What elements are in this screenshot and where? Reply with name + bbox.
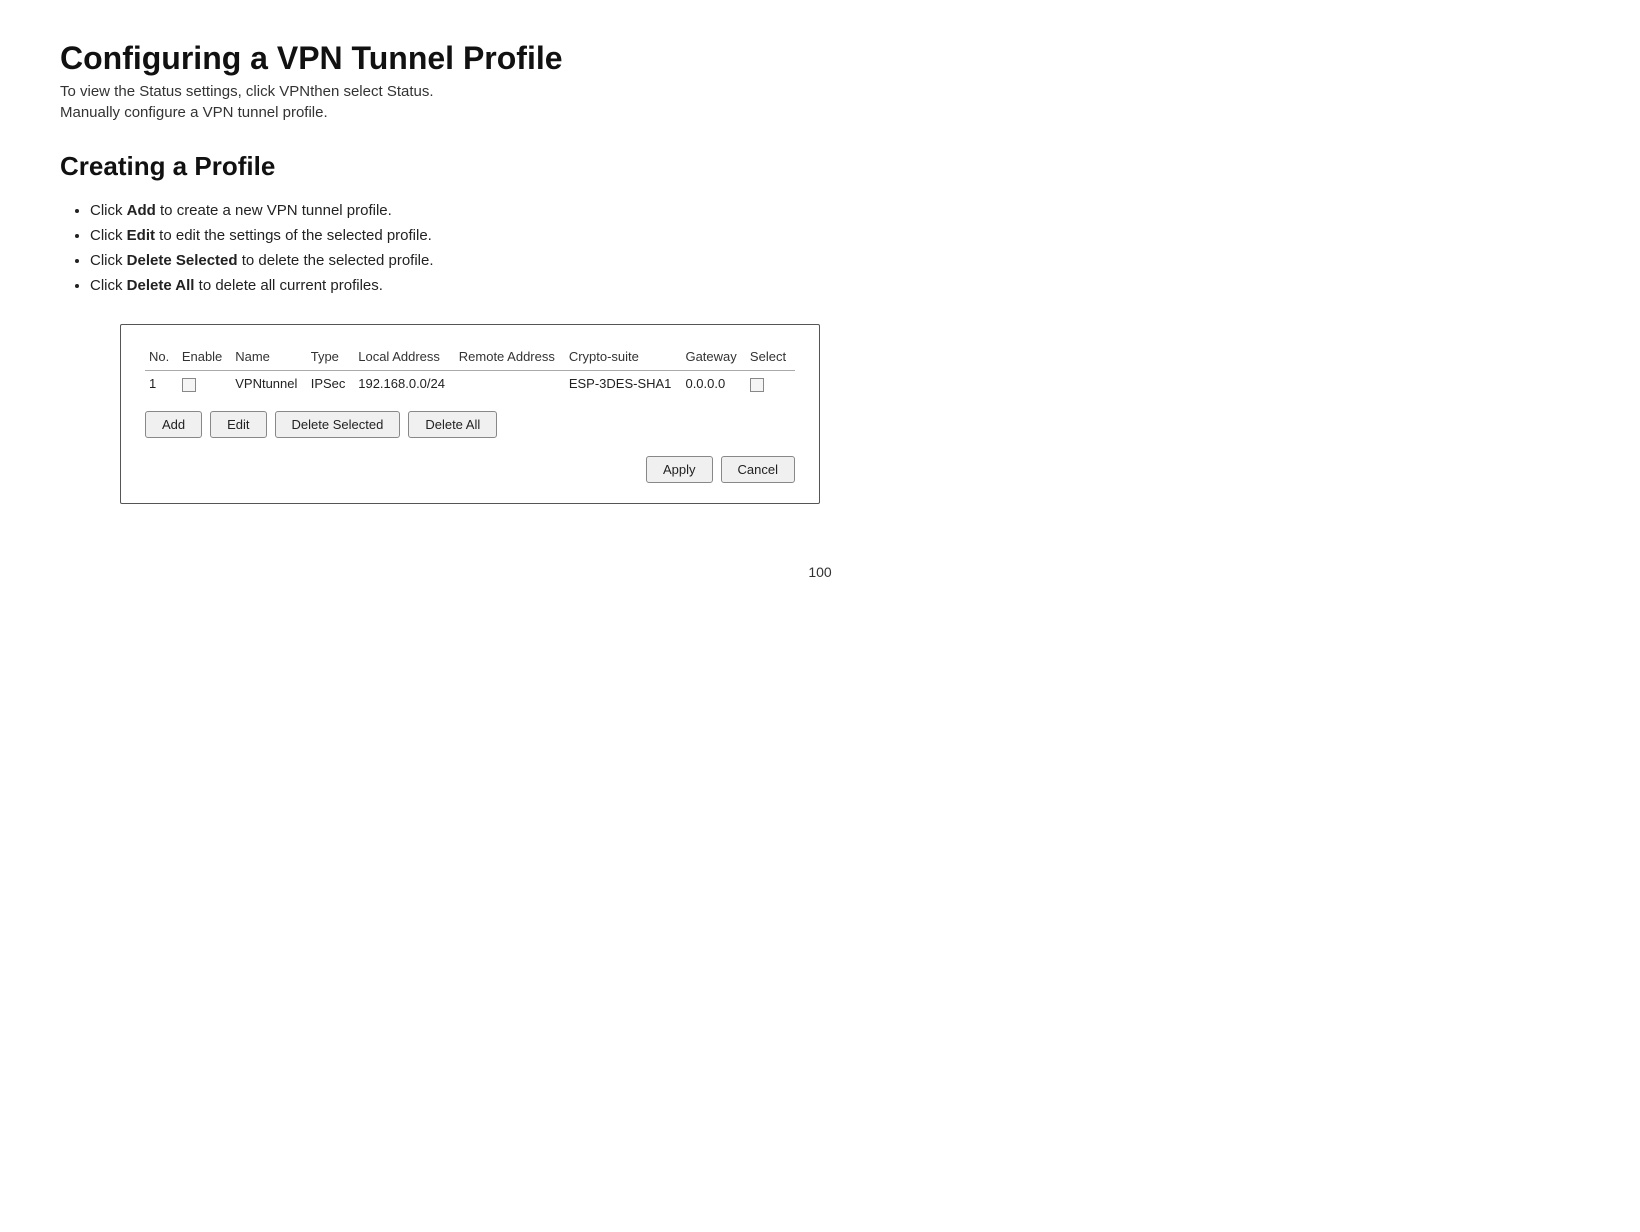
cell-remote-address (455, 371, 565, 397)
subtitle-1: To view the Status settings, click VPNth… (60, 83, 1580, 100)
add-button[interactable]: Add (145, 411, 202, 438)
col-name: Name (231, 345, 306, 371)
table-row: 1 VPNtunnel IPSec 192.168.0.0/24 ESP-3DE… (145, 371, 795, 397)
col-type: Type (307, 345, 355, 371)
section-title: Creating a Profile (60, 151, 1580, 182)
col-local-address: Local Address (354, 345, 455, 371)
cell-type: IPSec (307, 371, 355, 397)
cell-no: 1 (145, 371, 178, 397)
delete-all-button[interactable]: Delete All (408, 411, 497, 438)
enable-checkbox[interactable] (182, 378, 196, 392)
col-enable: Enable (178, 345, 231, 371)
bullet-bold-3: Delete Selected (127, 252, 238, 269)
col-select: Select (746, 345, 795, 371)
cell-gateway: 0.0.0.0 (681, 371, 745, 397)
bullet-text-1: to create a new VPN tunnel profile. (156, 202, 392, 219)
bullet-bold-2: Edit (127, 227, 155, 244)
vpn-table: No. Enable Name Type Local Address Remot… (145, 345, 795, 397)
page-number: 100 (60, 564, 1580, 580)
edit-button[interactable]: Edit (210, 411, 266, 438)
instructions-list: Click Add to create a new VPN tunnel pro… (60, 202, 1580, 294)
action-buttons-group: Add Edit Delete Selected Delete All (145, 411, 795, 438)
bullet-bold-4: Delete All (127, 277, 195, 294)
page-title: Configuring a VPN Tunnel Profile (60, 40, 1580, 77)
cancel-button[interactable]: Cancel (721, 456, 795, 483)
bullet-text-3: to delete the selected profile. (238, 252, 434, 269)
cell-crypto-suite: ESP-3DES-SHA1 (565, 371, 682, 397)
list-item: Click Delete Selected to delete the sele… (90, 252, 1580, 269)
list-item: Click Delete All to delete all current p… (90, 277, 1580, 294)
col-remote-address: Remote Address (455, 345, 565, 371)
subtitle-2: Manually configure a VPN tunnel profile. (60, 104, 1580, 121)
bottom-buttons-group: Apply Cancel (145, 456, 795, 483)
col-crypto-suite: Crypto-suite (565, 345, 682, 371)
cell-local-address: 192.168.0.0/24 (354, 371, 455, 397)
cell-enable[interactable] (178, 371, 231, 397)
bullet-text-2: to edit the settings of the selected pro… (155, 227, 432, 244)
delete-selected-button[interactable]: Delete Selected (275, 411, 401, 438)
cell-select[interactable] (746, 371, 795, 397)
apply-button[interactable]: Apply (646, 456, 713, 483)
list-item: Click Edit to edit the settings of the s… (90, 227, 1580, 244)
list-item: Click Add to create a new VPN tunnel pro… (90, 202, 1580, 219)
bullet-text-4: to delete all current profiles. (194, 277, 382, 294)
bullet-bold-1: Add (127, 202, 156, 219)
vpn-table-container: No. Enable Name Type Local Address Remot… (120, 324, 820, 504)
col-no: No. (145, 345, 178, 371)
col-gateway: Gateway (681, 345, 745, 371)
select-checkbox[interactable] (750, 378, 764, 392)
cell-name: VPNtunnel (231, 371, 306, 397)
